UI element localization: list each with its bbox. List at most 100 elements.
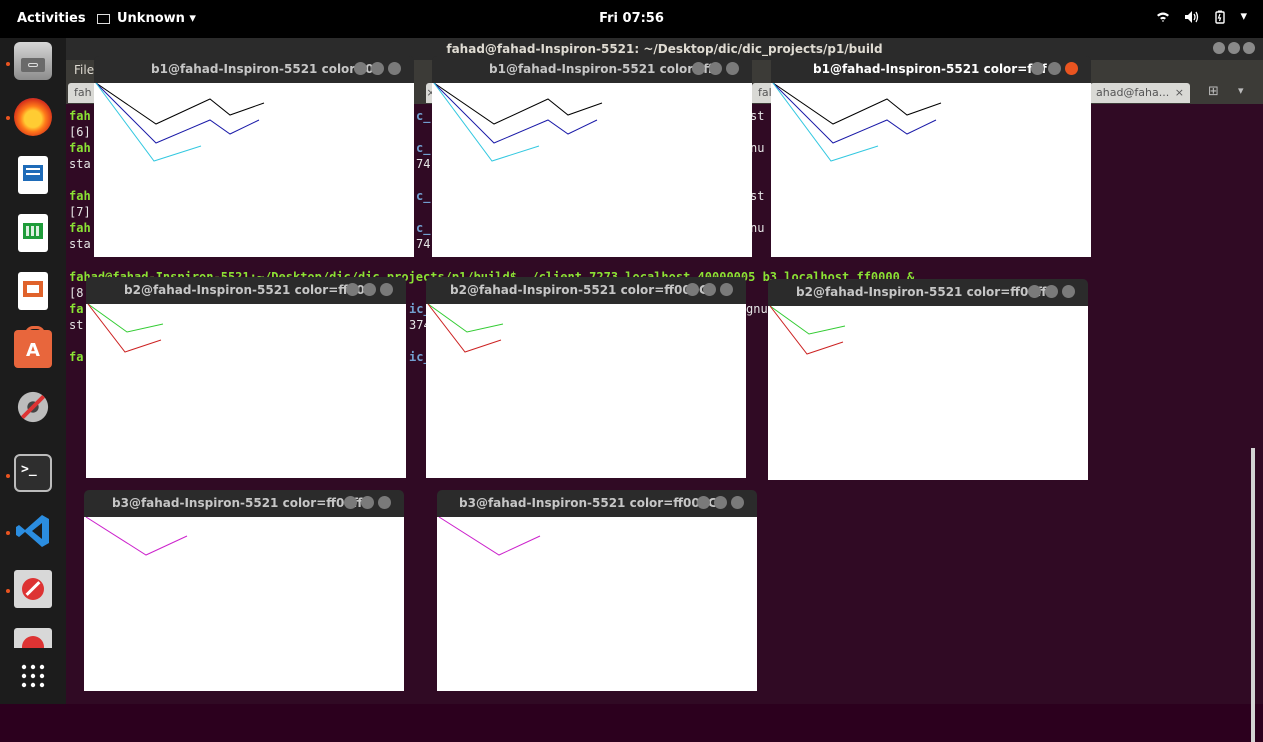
menu-file[interactable]: File bbox=[74, 63, 94, 77]
window-controls[interactable] bbox=[1028, 285, 1075, 298]
drawing-canvas[interactable] bbox=[84, 517, 404, 691]
maximize-icon[interactable] bbox=[709, 62, 722, 75]
window-controls[interactable] bbox=[346, 283, 393, 296]
settings-icon[interactable] bbox=[14, 388, 52, 426]
minimize-icon[interactable] bbox=[346, 283, 359, 296]
terminal-controls[interactable] bbox=[1213, 42, 1255, 54]
terminal-line: fah bbox=[69, 189, 91, 203]
line-cyan bbox=[772, 83, 879, 162]
window-controls[interactable] bbox=[354, 62, 401, 75]
grid-icon bbox=[21, 664, 45, 688]
app-menu[interactable]: Unknown ▾ bbox=[97, 11, 196, 26]
terminal-line: 74 bbox=[416, 157, 431, 171]
volume-icon bbox=[1185, 10, 1199, 23]
line-magenta bbox=[438, 517, 541, 556]
window-controls[interactable] bbox=[686, 283, 733, 296]
terminal-line: st bbox=[750, 189, 765, 203]
close-icon[interactable] bbox=[378, 496, 391, 509]
tray-menu-arrow: ▾ bbox=[1240, 9, 1247, 24]
close-icon[interactable] bbox=[388, 62, 401, 75]
close-icon[interactable] bbox=[1243, 42, 1255, 54]
drawing-canvas[interactable] bbox=[771, 83, 1091, 257]
app-menu-label: Unknown ▾ bbox=[117, 11, 196, 26]
system-tray[interactable]: ▾ bbox=[1156, 9, 1247, 24]
blocked-app-icon[interactable] bbox=[14, 570, 52, 608]
terminal-line: sta bbox=[69, 157, 91, 171]
minimize-icon[interactable] bbox=[686, 283, 699, 296]
close-icon[interactable] bbox=[1065, 62, 1078, 75]
tabs-menu-icon[interactable]: ▾ bbox=[1238, 84, 1244, 97]
maximize-icon[interactable] bbox=[1048, 62, 1061, 75]
drawing-canvas[interactable] bbox=[426, 304, 746, 478]
close-icon[interactable] bbox=[726, 62, 739, 75]
drawing-canvas[interactable] bbox=[86, 304, 406, 478]
tab-close-icon[interactable]: × bbox=[1175, 83, 1184, 103]
maximize-icon[interactable] bbox=[361, 496, 374, 509]
line-black bbox=[95, 83, 265, 125]
close-icon[interactable] bbox=[1062, 285, 1075, 298]
impress-icon[interactable] bbox=[18, 272, 48, 310]
maximize-icon[interactable] bbox=[1045, 285, 1058, 298]
line-drawing bbox=[772, 83, 942, 162]
terminal-line: c_ bbox=[416, 189, 431, 203]
terminal-line: fah bbox=[69, 141, 91, 155]
terminal-line: 74 bbox=[416, 237, 431, 251]
line-black bbox=[772, 83, 942, 125]
terminal-line: [8 bbox=[69, 286, 84, 300]
software-center-icon[interactable]: A bbox=[14, 326, 52, 368]
calc-icon[interactable] bbox=[18, 214, 48, 252]
maximize-icon[interactable] bbox=[363, 283, 376, 296]
tab-label: ahad@faha... bbox=[1096, 86, 1170, 99]
vscode-icon[interactable] bbox=[14, 512, 52, 550]
window-controls[interactable] bbox=[1031, 62, 1078, 75]
running-indicator bbox=[6, 531, 10, 535]
maximize-icon[interactable] bbox=[1228, 42, 1240, 54]
firefox-icon[interactable] bbox=[14, 98, 52, 136]
line-drawing bbox=[85, 517, 188, 556]
minimize-icon[interactable] bbox=[1213, 42, 1225, 54]
files-icon[interactable] bbox=[14, 42, 52, 80]
terminal-scrollbar[interactable] bbox=[1251, 448, 1255, 742]
close-icon[interactable] bbox=[731, 496, 744, 509]
window-controls[interactable] bbox=[692, 62, 739, 75]
blocked-app-icon-2[interactable] bbox=[14, 628, 52, 648]
maximize-icon[interactable] bbox=[714, 496, 727, 509]
running-indicator bbox=[6, 62, 10, 66]
line-red bbox=[87, 304, 162, 353]
minimize-icon[interactable] bbox=[692, 62, 705, 75]
terminal-line: fah bbox=[69, 109, 91, 123]
line-drawing bbox=[427, 304, 504, 353]
window-controls[interactable] bbox=[697, 496, 744, 509]
window-icon bbox=[97, 13, 110, 24]
line-drawing bbox=[769, 306, 846, 355]
drawing-canvas[interactable] bbox=[768, 306, 1088, 480]
close-icon[interactable] bbox=[380, 283, 393, 296]
drawing-canvas[interactable] bbox=[437, 517, 757, 691]
show-apps-button[interactable] bbox=[14, 658, 52, 692]
line-cyan bbox=[95, 83, 202, 162]
line-black bbox=[433, 83, 603, 125]
terminal-line: fa bbox=[69, 302, 84, 316]
minimize-icon[interactable] bbox=[354, 62, 367, 75]
terminal-tab[interactable]: ahad@faha... × bbox=[1090, 83, 1190, 103]
line-drawing bbox=[95, 83, 265, 162]
drawing-canvas[interactable] bbox=[432, 83, 752, 257]
window-controls[interactable] bbox=[344, 496, 391, 509]
maximize-icon[interactable] bbox=[371, 62, 384, 75]
minimize-icon[interactable] bbox=[344, 496, 357, 509]
writer-icon[interactable] bbox=[18, 156, 48, 194]
terminal-icon[interactable]: >_ bbox=[14, 454, 52, 492]
minimize-icon[interactable] bbox=[697, 496, 710, 509]
terminal-line: c_ bbox=[416, 221, 431, 235]
drawing-canvas[interactable] bbox=[94, 83, 414, 257]
minimize-icon[interactable] bbox=[1028, 285, 1041, 298]
terminal-line: nu bbox=[750, 141, 765, 155]
maximize-icon[interactable] bbox=[703, 283, 716, 296]
line-cyan bbox=[433, 83, 540, 162]
close-icon[interactable] bbox=[720, 283, 733, 296]
line-red bbox=[427, 304, 502, 353]
terminal-line: st bbox=[69, 318, 84, 332]
activities-button[interactable]: Activities bbox=[17, 11, 86, 26]
new-tab-icon[interactable]: ⊞ bbox=[1208, 84, 1219, 99]
minimize-icon[interactable] bbox=[1031, 62, 1044, 75]
